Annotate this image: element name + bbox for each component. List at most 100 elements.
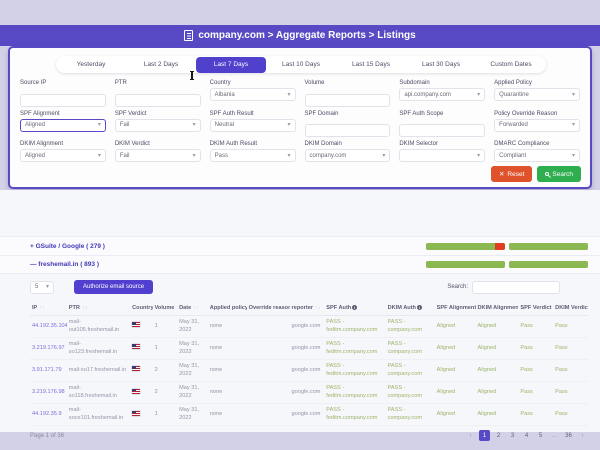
pagination-page-4[interactable]: 4 [521, 430, 532, 441]
column-header-spf-auth[interactable]: SPF Authi [324, 301, 385, 316]
cell-spf-auth: PASS - feditm.company.com [324, 404, 385, 426]
tab-last-7-days[interactable]: Last 7 Days [196, 57, 266, 73]
filter-value-dkim-domain: company.com [310, 153, 347, 159]
cell-override-reasons [247, 404, 290, 426]
filter-select-applied-policy[interactable]: Quarantine▾ [494, 88, 580, 101]
tab-last-2-days[interactable]: Last 2 Days [126, 56, 196, 73]
filter-input-spf-auth-scope[interactable] [399, 124, 485, 137]
filter-label-subdomain: Subdomain [399, 80, 485, 86]
chevron-down-icon: ▾ [477, 92, 480, 98]
cell-volume: 1 [153, 338, 178, 360]
bar-segment [426, 261, 505, 268]
cell-ip[interactable]: 44.192.35.104 [30, 316, 67, 338]
cell-ptr: mail-so17.freshemail.in [67, 360, 130, 382]
cell-reporter: google.com [290, 382, 325, 404]
search-button[interactable]: Search [537, 166, 581, 182]
pagination-page-3[interactable]: 3 [507, 430, 518, 441]
chevron-down-icon: ▾ [572, 122, 575, 128]
column-header-spf-verdict[interactable]: SPF Verdicti ↑↓ [518, 301, 553, 316]
source-name-toggle[interactable]: + GSuite / Google ( 279 ) [30, 243, 105, 250]
filter-select-subdomain[interactable]: api.company.com▾ [399, 88, 485, 101]
column-header-override-reasons[interactable]: Override reasonsi ↑↓ [247, 301, 290, 316]
cell-ip[interactable]: 3.91.171.79 [30, 360, 67, 382]
filter-label-source-ip: Source IP [20, 80, 106, 86]
tab-yesterday[interactable]: Yesterday [56, 56, 126, 73]
pagination-page-36[interactable]: 36 [563, 430, 574, 441]
column-label: reporter [292, 305, 313, 311]
column-header-spf-alignment[interactable]: SPF Alignmenti ↑↓ [435, 301, 476, 316]
table-search-input[interactable] [472, 281, 560, 294]
pagination-page-2[interactable]: 2 [493, 430, 504, 441]
cell-dkim-verdict: Pass [553, 338, 588, 360]
cell-applied-policy: none [208, 338, 247, 360]
filter-select-dkim-domain[interactable]: company.com▾ [305, 149, 391, 162]
column-header-date[interactable]: Date ↑↓ [177, 301, 208, 316]
cell-ip[interactable]: 44.192.35.9 [30, 404, 67, 426]
filter-select-spf-auth-result[interactable]: Neutral▾ [210, 119, 296, 132]
cell-applied-policy: none [208, 404, 247, 426]
filter-input-spf-domain[interactable] [305, 124, 391, 137]
filter-input-ptr[interactable] [115, 94, 201, 107]
table-row: 3.219.176.98mail-so118.freshemail.in2May… [30, 382, 588, 404]
filter-field-spf-verdict: SPF VerdictFail▾ [115, 111, 201, 138]
cell-dkim-auth: PASS - company.com [386, 338, 435, 360]
table-footer: Page 1 of 36 ‹12345...36› [0, 426, 600, 441]
filter-select-policy-override-reason[interactable]: Forwarded▾ [494, 119, 580, 132]
column-header-country[interactable]: Country ↑↓ [130, 301, 152, 316]
pagination-page-1[interactable]: 1 [479, 430, 490, 441]
reset-button[interactable]: ✕ Reset [491, 166, 532, 182]
tab-last-30-days[interactable]: Last 30 Days [406, 56, 476, 73]
filter-input-volume[interactable] [305, 94, 391, 107]
pagination-nav[interactable]: › [577, 430, 588, 441]
cell-ptr: mail-soce101.freshemail.in [67, 404, 130, 426]
filter-input-source-ip[interactable] [20, 94, 106, 107]
pagination-page-5[interactable]: 5 [535, 430, 546, 441]
filter-select-dmarc-compliance[interactable]: Compliant▾ [494, 149, 580, 162]
cell-spf-auth: PASS - feditm.company.com [324, 316, 385, 338]
cell-spf-verdict: Pass [518, 316, 553, 338]
cell-spf-verdict: Pass [518, 360, 553, 382]
cell-ip[interactable]: 3.219.176.97 [30, 338, 67, 360]
cell-ptr: mail-so118.freshemail.in [67, 382, 130, 404]
pagination-nav[interactable]: ... [549, 430, 560, 441]
column-header-reporter[interactable]: reporter ↑↓ [290, 301, 325, 316]
column-header-dkim-auth[interactable]: DKIM Authi [386, 301, 435, 316]
tab-custom-dates[interactable]: Custom Dates [476, 56, 546, 73]
cell-volume: 1 [153, 404, 178, 426]
chevron-down-icon: ▾ [287, 122, 290, 128]
column-header-ip[interactable]: IP ↑↓ [30, 301, 67, 316]
filter-select-dkim-verdict[interactable]: Fail▾ [115, 149, 201, 162]
sort-icon: ↑↓ [81, 305, 87, 311]
chevron-down-icon: ▾ [193, 153, 196, 159]
source-list: + GSuite / Google ( 279 ) — freshemail.in… [0, 236, 600, 274]
column-header-ptr[interactable]: PTR ↑↓ [67, 301, 130, 316]
filter-select-dkim-alignment[interactable]: Aligned▾ [20, 149, 106, 162]
filter-select-dkim-selector[interactable]: ▾ [399, 149, 485, 162]
column-label: Applied policy [210, 305, 247, 311]
column-header-volume[interactable]: Volume ↑↓ [153, 301, 178, 316]
source-name-toggle[interactable]: — freshemail.in ( 893 ) [30, 261, 99, 268]
cell-spf-auth: PASS - feditm.company.com [324, 338, 385, 360]
column-header-applied-policy[interactable]: Applied policyi ↑↓ [208, 301, 247, 316]
compliance-bars [426, 261, 588, 268]
filter-select-spf-verdict[interactable]: Fail▾ [115, 119, 201, 132]
filter-value-spf-alignment: Aligned [25, 122, 45, 128]
tab-last-15-days[interactable]: Last 15 Days [336, 56, 406, 73]
filter-field-subdomain: Subdomain api.company.com▾ [399, 80, 485, 107]
chevron-down-icon: ▾ [572, 92, 575, 98]
cell-ip[interactable]: 3.219.176.98 [30, 382, 67, 404]
filter-select-dkim-auth-result[interactable]: Pass▾ [210, 149, 296, 162]
page-size-select[interactable]: 5 ▾ [30, 281, 54, 294]
column-header-dkim-verdict[interactable]: DKIM Verdicti ↑↓ [553, 301, 588, 316]
column-header-dkim-alignment[interactable]: DKIM Alignmenti ↑↓ [476, 301, 519, 316]
cell-dkim-auth: PASS - company.com [386, 404, 435, 426]
chevron-down-icon: ▾ [46, 284, 49, 290]
tab-last-10-days[interactable]: Last 10 Days [266, 56, 336, 73]
cell-override-reasons [247, 360, 290, 382]
pagination-nav[interactable]: ‹ [465, 430, 476, 441]
cell-country [130, 360, 152, 382]
sort-icon: ↑↓ [314, 305, 320, 311]
filter-select-spf-alignment[interactable]: Aligned▾ [20, 119, 106, 132]
filter-select-country[interactable]: Albania▾ [210, 88, 296, 101]
authorize-email-source-button[interactable]: Authorize email source [74, 280, 153, 294]
